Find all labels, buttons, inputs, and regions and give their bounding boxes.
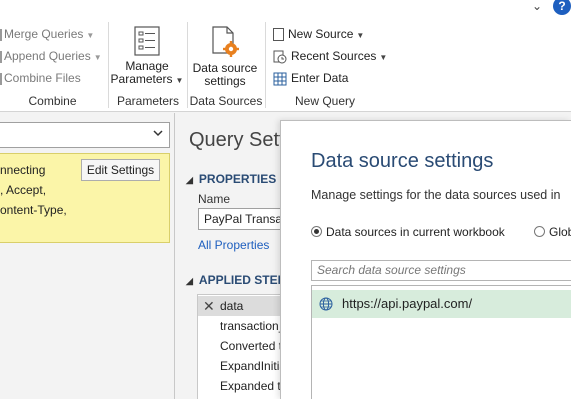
combine-files-label: Combine Files bbox=[4, 71, 81, 85]
combine-files-icon bbox=[0, 72, 2, 85]
radio-global-label: Glob bbox=[549, 225, 571, 239]
properties-section-header[interactable]: ◢ PROPERTIES bbox=[186, 172, 276, 186]
notice-text-line: nnecting bbox=[0, 163, 46, 177]
append-queries-label: Append Queries bbox=[4, 49, 91, 63]
data-source-item[interactable]: https://api.paypal.com/ bbox=[312, 290, 571, 318]
query-name-input[interactable]: PayPal Transacti bbox=[198, 208, 286, 230]
data-sources-group-label: Data Sources bbox=[189, 94, 263, 108]
applied-step-label: ExpandInitia bbox=[220, 359, 286, 373]
merge-queries-icon bbox=[0, 28, 2, 41]
chevron-down-icon: ▼ bbox=[379, 53, 388, 62]
applied-step-label: Expanded t bbox=[220, 379, 281, 393]
applied-step-item[interactable]: Converted t bbox=[198, 336, 286, 356]
query-editor-left-pane: nnecting , Accept, ontent-Type, Edit Set… bbox=[0, 113, 176, 399]
globe-icon bbox=[319, 297, 333, 311]
query-settings-title: Query Setti bbox=[189, 129, 286, 151]
chevron-down-icon: ▼ bbox=[356, 31, 365, 40]
combine-files-button[interactable]: Combine Files bbox=[0, 69, 81, 87]
applied-step-label: data bbox=[220, 299, 244, 313]
data-source-search-input[interactable]: Search data source settings bbox=[311, 260, 571, 281]
manage-parameters-label-text: Parameters bbox=[110, 72, 173, 86]
data-source-settings-icon bbox=[212, 26, 239, 57]
manage-parameters-label-line2: Parameters ▼ bbox=[110, 73, 184, 87]
applied-steps-section-header[interactable]: ◢ APPLIED STEPS bbox=[186, 273, 286, 287]
applied-step-item[interactable]: ✕ data bbox=[198, 296, 286, 316]
group-divider bbox=[108, 22, 109, 108]
merge-queries-label: Merge Queries bbox=[4, 27, 84, 41]
new-query-group-label: New Query bbox=[294, 94, 356, 108]
radio-current-workbook[interactable]: Data sources in current workbook bbox=[311, 225, 505, 239]
data-source-settings-dialog: Data source settings Manage settings for… bbox=[280, 120, 571, 399]
chevron-down-icon bbox=[153, 130, 163, 137]
recent-sources-button[interactable]: Recent Sources ▼ bbox=[273, 47, 387, 65]
radio-unselected-icon bbox=[534, 226, 545, 237]
data-source-settings-label-line2: settings bbox=[204, 74, 246, 88]
collapse-triangle-icon: ◢ bbox=[186, 276, 193, 286]
enter-data-table-icon bbox=[273, 72, 287, 86]
data-source-url: https://api.paypal.com/ bbox=[342, 296, 473, 311]
chevron-down-icon: ▼ bbox=[175, 76, 184, 85]
data-source-settings-button[interactable]: Data source settings bbox=[189, 26, 261, 88]
enter-data-label: Enter Data bbox=[291, 71, 349, 85]
query-settings-pane: Query Setti ◢ PROPERTIES Name PayPal Tran… bbox=[176, 113, 286, 399]
help-icon[interactable]: ? bbox=[553, 0, 571, 15]
manage-parameters-button[interactable]: Manage Parameters ▼ bbox=[110, 26, 184, 87]
applied-step-label: Converted t bbox=[220, 339, 283, 353]
manage-parameters-icon bbox=[134, 26, 160, 56]
recent-sources-label: Recent Sources bbox=[291, 49, 377, 63]
notice-text-line: ontent-Type, bbox=[0, 203, 67, 217]
name-label: Name bbox=[198, 192, 231, 206]
all-properties-link[interactable]: All Properties bbox=[198, 238, 269, 252]
applied-steps-header-label: APPLIED STEPS bbox=[198, 273, 286, 287]
combine-group-label: Combine bbox=[28, 94, 77, 108]
applied-step-item[interactable]: transaction_ bbox=[198, 316, 286, 336]
radio-current-label: Data sources in current workbook bbox=[326, 225, 505, 239]
collapse-ribbon-icon[interactable]: ⌄ bbox=[532, 0, 550, 14]
delete-step-icon[interactable]: ✕ bbox=[203, 296, 217, 316]
radio-selected-icon bbox=[311, 226, 322, 237]
new-source-label: New Source bbox=[288, 27, 354, 41]
recent-sources-icon bbox=[273, 50, 287, 64]
dialog-description: Manage settings for the data sources use… bbox=[311, 188, 561, 202]
chevron-down-icon: ▼ bbox=[86, 31, 95, 40]
query-selector-dropdown[interactable] bbox=[0, 122, 170, 148]
applied-step-item[interactable]: Expanded t bbox=[198, 376, 286, 396]
notice-text-line: , Accept, bbox=[0, 183, 47, 197]
credentials-notice-bar: nnecting , Accept, ontent-Type, Edit Set… bbox=[0, 153, 170, 243]
new-source-icon bbox=[273, 28, 284, 42]
chevron-down-icon: ▼ bbox=[93, 53, 102, 62]
radio-global-permissions[interactable]: Glob bbox=[534, 225, 571, 239]
enter-data-button[interactable]: Enter Data bbox=[273, 69, 348, 87]
group-divider bbox=[265, 22, 266, 108]
ribbon: Merge Queries ▼ Append Queries ▼ Combine F… bbox=[0, 18, 571, 112]
applied-steps-list: ✕ data transaction_ Converted t ExpandIni… bbox=[197, 294, 286, 399]
merge-queries-button[interactable]: Merge Queries ▼ bbox=[0, 25, 94, 43]
applied-step-label: transaction_ bbox=[220, 319, 286, 333]
append-queries-icon bbox=[0, 50, 2, 63]
data-source-list: https://api.paypal.com/ bbox=[311, 285, 571, 399]
append-queries-button[interactable]: Append Queries ▼ bbox=[0, 47, 102, 65]
pane-divider bbox=[174, 113, 175, 399]
applied-step-item[interactable]: ExpandInitia bbox=[198, 356, 286, 376]
parameters-group-label: Parameters bbox=[116, 94, 180, 108]
edit-settings-button[interactable]: Edit Settings bbox=[81, 159, 160, 181]
dialog-title: Data source settings bbox=[311, 150, 494, 172]
properties-header-label: PROPERTIES bbox=[198, 172, 277, 186]
new-source-button[interactable]: New Source ▼ bbox=[273, 25, 364, 43]
collapse-triangle-icon: ◢ bbox=[186, 175, 193, 185]
title-strip: ⌄ ? bbox=[0, 0, 571, 18]
